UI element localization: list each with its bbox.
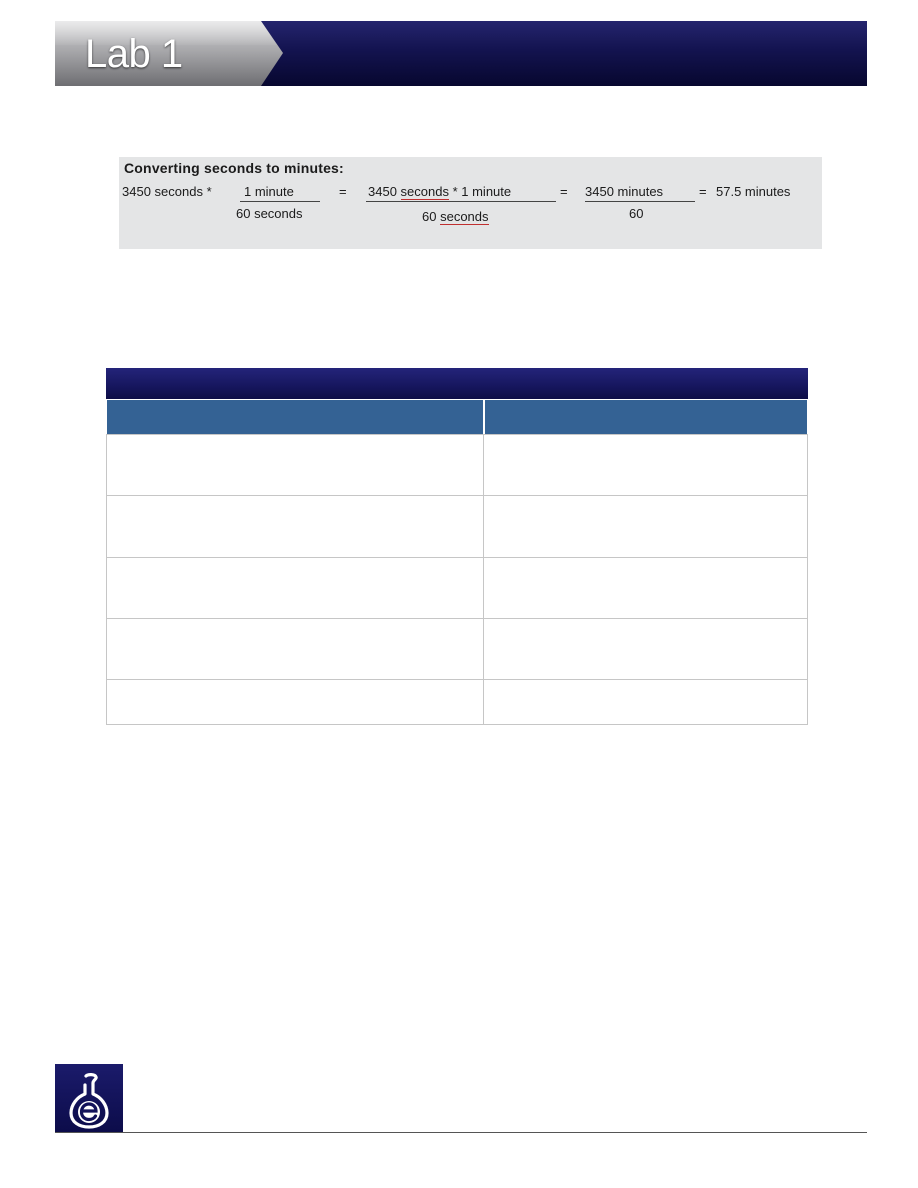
fraction2-denominator-value: 60 <box>422 209 437 224</box>
table-cell-r1-c2[interactable] <box>483 434 808 496</box>
table-cell-r2-c2[interactable] <box>483 495 808 558</box>
fraction1-bar <box>240 201 320 202</box>
flask-logo-graphic <box>69 1073 109 1129</box>
flask-e-logo-icon <box>55 1064 123 1132</box>
conversion-example: Converting seconds to minutes: 3450 seco… <box>119 157 822 249</box>
fraction3-denominator: 60 <box>629 206 644 221</box>
example-title: Converting seconds to minutes: <box>124 160 344 176</box>
fraction2-numerator-rest: * 1 minute <box>452 184 512 199</box>
conversion-result: 57.5 minutes <box>716 184 791 199</box>
fraction2-denominator: 60 seconds <box>422 209 489 225</box>
footer-rule <box>55 1132 867 1133</box>
page-header-banner: Lab 1 <box>55 21 867 86</box>
term-3450-seconds: 3450 seconds * <box>122 184 212 199</box>
page-title: Lab 1 <box>85 32 183 76</box>
table-cell-r1-c1[interactable] <box>106 434 484 496</box>
equals-sign-2: = <box>560 184 568 199</box>
table-title-bar <box>106 368 808 399</box>
equals-sign-1: = <box>339 184 347 199</box>
cancelled-seconds-bottom: seconds <box>440 209 489 225</box>
fraction3-numerator: 3450 minutes <box>585 184 664 199</box>
fraction2-numerator-value: 3450 <box>368 184 397 199</box>
fraction1-numerator: 1 minute <box>244 184 294 199</box>
fraction2-numerator: 3450 seconds * 1 minute <box>368 184 512 200</box>
table-cell-r3-c2[interactable] <box>483 557 808 619</box>
table-cell-r3-c1[interactable] <box>106 557 484 619</box>
table-cell-r2-c1[interactable] <box>106 495 484 558</box>
table-cell-r4-c1[interactable] <box>106 618 484 680</box>
column-header-2 <box>485 400 807 434</box>
fraction1-denominator: 60 seconds <box>236 206 303 221</box>
cancelled-seconds-top: seconds <box>400 184 449 200</box>
table-cell-r5-c2[interactable] <box>483 679 808 725</box>
table-cell-r5-c1[interactable] <box>106 679 484 725</box>
equals-sign-3: = <box>699 184 707 199</box>
column-header-1 <box>107 400 483 434</box>
fraction2-bar <box>366 201 556 202</box>
table-cell-r4-c2[interactable] <box>483 618 808 680</box>
fraction3-bar <box>585 201 695 202</box>
